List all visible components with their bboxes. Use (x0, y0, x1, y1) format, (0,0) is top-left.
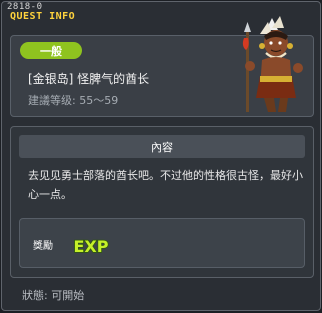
quest-info-window: 2818-0 QUEST INFO 一般 [金银岛] 怪脾气的酋长 建議等级: … (1, 1, 321, 311)
content-section-header: 內容 (19, 135, 305, 158)
quest-level-range: 建議等级: 55～59 (28, 94, 119, 107)
reward-box (19, 218, 305, 268)
exp-reward-icon[interactable]: EXP (68, 235, 114, 257)
quest-category-badge: 一般 (20, 42, 82, 59)
quest-status: 狀態: 可開始 (22, 289, 85, 302)
window-title: QUEST INFO (10, 11, 76, 22)
exp-text: EXP (74, 237, 109, 256)
quest-description: 去见见勇士部落的酋长吧。不过他的性格很古怪，最好小心一点。 (28, 169, 303, 201)
quest-name: [金银岛] 怪脾气的酋长 (28, 72, 150, 86)
npc-chief-portrait (242, 16, 303, 112)
reward-label: 獎勵 (33, 241, 53, 252)
